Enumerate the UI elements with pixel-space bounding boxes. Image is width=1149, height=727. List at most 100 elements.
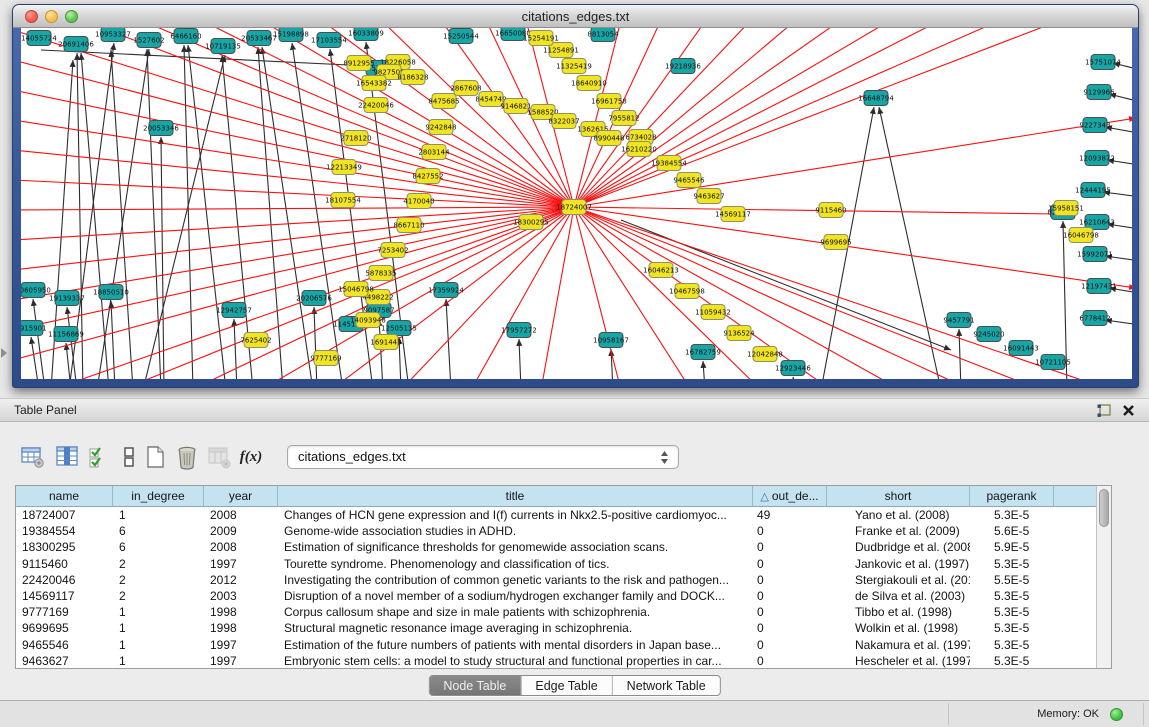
table-row[interactable]: 1938455462009Genome-wide association stu… bbox=[16, 523, 1096, 539]
table-row[interactable]: 1872400712008Changes of HCN gene express… bbox=[16, 507, 1096, 523]
cell-year[interactable]: 1998 bbox=[204, 604, 278, 620]
network-node[interactable]: 12042848 bbox=[747, 347, 783, 362]
network-node[interactable]: 2867608 bbox=[450, 81, 481, 96]
memory-ok-led-icon[interactable] bbox=[1110, 708, 1123, 721]
cell-title[interactable]: Investigating the contribution of common… bbox=[278, 572, 753, 588]
citation-edge-red[interactable] bbox=[574, 28, 1061, 207]
cell-name[interactable]: 9465546 bbox=[16, 637, 113, 653]
network-node[interactable]: 12505135 bbox=[381, 321, 417, 336]
cell-in_degree[interactable]: 2 bbox=[113, 588, 204, 604]
network-node[interactable]: 12093872 bbox=[1079, 151, 1115, 166]
scrollbar-thumb[interactable] bbox=[1099, 489, 1109, 527]
network-node[interactable]: 20053346 bbox=[143, 121, 179, 136]
network-node[interactable]: 8813054 bbox=[587, 28, 619, 42]
network-node[interactable]: 16091443 bbox=[1003, 341, 1039, 356]
cell-short[interactable]: Wolkin et al. (1998) bbox=[827, 620, 970, 636]
cell-out_de[interactable]: 0 bbox=[753, 556, 827, 572]
cell-title[interactable]: Genome-wide association studies in ADHD. bbox=[278, 523, 753, 539]
network-node[interactable]: 15198898 bbox=[273, 28, 309, 42]
tab-node-table[interactable]: Node Table bbox=[429, 676, 520, 696]
network-node[interactable]: 12923446 bbox=[775, 361, 811, 376]
table-row[interactable]: 946554611997Estimation of the future num… bbox=[16, 637, 1096, 653]
cell-name[interactable]: 19384554 bbox=[16, 523, 113, 539]
column-header-title[interactable]: title bbox=[278, 486, 753, 507]
cell-year[interactable]: 1997 bbox=[204, 653, 278, 669]
cell-pagerank[interactable]: 5.5E-5 bbox=[970, 572, 1054, 588]
cell-out_de[interactable]: 49 bbox=[753, 507, 827, 523]
row-height-icon[interactable] bbox=[116, 444, 142, 470]
citation-edge-red[interactable] bbox=[141, 28, 574, 207]
network-node[interactable]: 7955812 bbox=[608, 111, 639, 126]
cell-title[interactable]: Embryonic stem cells: a model to study s… bbox=[278, 653, 753, 669]
network-node[interactable]: 7625402 bbox=[240, 333, 271, 348]
cell-out_de[interactable]: 0 bbox=[753, 572, 827, 588]
cell-short[interactable]: Yano et al. (2008) bbox=[827, 507, 970, 523]
citation-edge-red[interactable] bbox=[574, 28, 751, 207]
cell-title[interactable]: Estimation of significance thresholds fo… bbox=[278, 539, 753, 555]
network-node[interactable]: 17957272 bbox=[501, 323, 537, 338]
citation-edge-black[interactable] bbox=[519, 339, 521, 379]
citation-edge-red[interactable] bbox=[21, 207, 574, 210]
citation-edge-black[interactable] bbox=[143, 55, 225, 379]
cell-out_de[interactable]: 0 bbox=[753, 604, 827, 620]
citation-edge-black[interactable] bbox=[703, 361, 705, 379]
network-node[interactable]: 12444195 bbox=[1075, 183, 1111, 198]
network-node[interactable]: 9242848 bbox=[425, 120, 456, 135]
citation-edge-red[interactable] bbox=[574, 207, 901, 379]
network-node[interactable]: 16046213 bbox=[643, 263, 679, 278]
cell-title[interactable]: Estimation of the future numbers of pati… bbox=[278, 637, 753, 653]
window-titlebar[interactable]: citations_edges.txt bbox=[13, 5, 1138, 28]
select-rows-checklist-icon[interactable] bbox=[86, 444, 112, 470]
cell-pagerank[interactable]: 5.3E-5 bbox=[970, 653, 1054, 669]
cell-name[interactable]: 18300295 bbox=[16, 539, 113, 555]
citation-edge-black[interactable] bbox=[81, 53, 109, 379]
table-panel-header[interactable]: Table Panel bbox=[0, 398, 1149, 422]
network-node[interactable]: 8427552 bbox=[412, 169, 443, 184]
network-node[interactable]: 17103554 bbox=[311, 33, 347, 48]
network-node[interactable]: 7253402 bbox=[377, 243, 408, 258]
cell-year[interactable]: 1998 bbox=[204, 620, 278, 636]
function-builder-icon[interactable]: f(x) bbox=[238, 444, 264, 470]
cell-title[interactable]: Structural magnetic resonance image aver… bbox=[278, 620, 753, 636]
network-node[interactable]: 10719135 bbox=[205, 39, 241, 54]
column-header-pagerank[interactable]: pagerank bbox=[970, 486, 1054, 507]
network-node[interactable]: 16782759 bbox=[685, 345, 721, 360]
table-row[interactable]: 911546021997Tourette syndrome. Phenomeno… bbox=[16, 556, 1096, 572]
cell-in_degree[interactable]: 1 bbox=[113, 653, 204, 669]
citation-edge-black[interactable] bbox=[959, 329, 961, 379]
cell-out_de[interactable]: 0 bbox=[753, 637, 827, 653]
network-node[interactable]: 15992071 bbox=[1077, 247, 1113, 262]
citation-edge-red[interactable] bbox=[21, 180, 574, 207]
network-node[interactable]: 10958167 bbox=[593, 333, 629, 348]
network-node[interactable]: 20605950 bbox=[21, 283, 51, 298]
cell-short[interactable]: Franke et al. (2009) bbox=[827, 523, 970, 539]
citation-edge-red[interactable] bbox=[21, 207, 574, 270]
network-node[interactable]: 15751074 bbox=[1085, 55, 1121, 70]
table-row[interactable]: 969969511998Structural magnetic resonanc… bbox=[16, 620, 1096, 636]
cell-year[interactable]: 1997 bbox=[204, 637, 278, 653]
network-node[interactable]: 9777169 bbox=[310, 351, 341, 366]
network-node[interactable]: 6466160 bbox=[170, 29, 201, 44]
cell-year[interactable]: 2008 bbox=[204, 507, 278, 523]
citation-edge-black[interactable] bbox=[184, 45, 193, 379]
cell-name[interactable]: 9115460 bbox=[16, 556, 113, 572]
hidden-panel-arrow-icon[interactable] bbox=[1, 348, 7, 358]
cell-short[interactable]: Stergiakouli et al. (2012) bbox=[827, 572, 970, 588]
cell-title[interactable]: Disruption of a novel member of a sodium… bbox=[278, 588, 753, 604]
cell-title[interactable]: Corpus callosum shape and size in male p… bbox=[278, 604, 753, 620]
citation-edge-black[interactable] bbox=[234, 319, 237, 379]
cell-in_degree[interactable]: 1 bbox=[113, 507, 204, 523]
network-node[interactable]: 11059432 bbox=[695, 305, 731, 320]
cell-out_de[interactable]: 0 bbox=[753, 653, 827, 669]
cell-pagerank[interactable]: 5.3E-5 bbox=[970, 507, 1054, 523]
column-header-year[interactable]: year bbox=[204, 486, 278, 507]
cell-in_degree[interactable]: 6 bbox=[113, 523, 204, 539]
network-node[interactable]: 11156869 bbox=[48, 327, 84, 342]
network-node[interactable]: 18850510 bbox=[93, 285, 129, 300]
network-node[interactable]: 10953327 bbox=[95, 28, 131, 42]
cell-pagerank[interactable]: 5.3E-5 bbox=[970, 620, 1054, 636]
table-row[interactable]: 977716911998Corpus callosum shape and si… bbox=[16, 604, 1096, 620]
network-node[interactable]: 20691406 bbox=[58, 37, 94, 52]
column-header-in_degree[interactable]: in_degree bbox=[113, 486, 204, 507]
cell-title[interactable]: Changes of HCN gene expression and I(f) … bbox=[278, 507, 753, 523]
